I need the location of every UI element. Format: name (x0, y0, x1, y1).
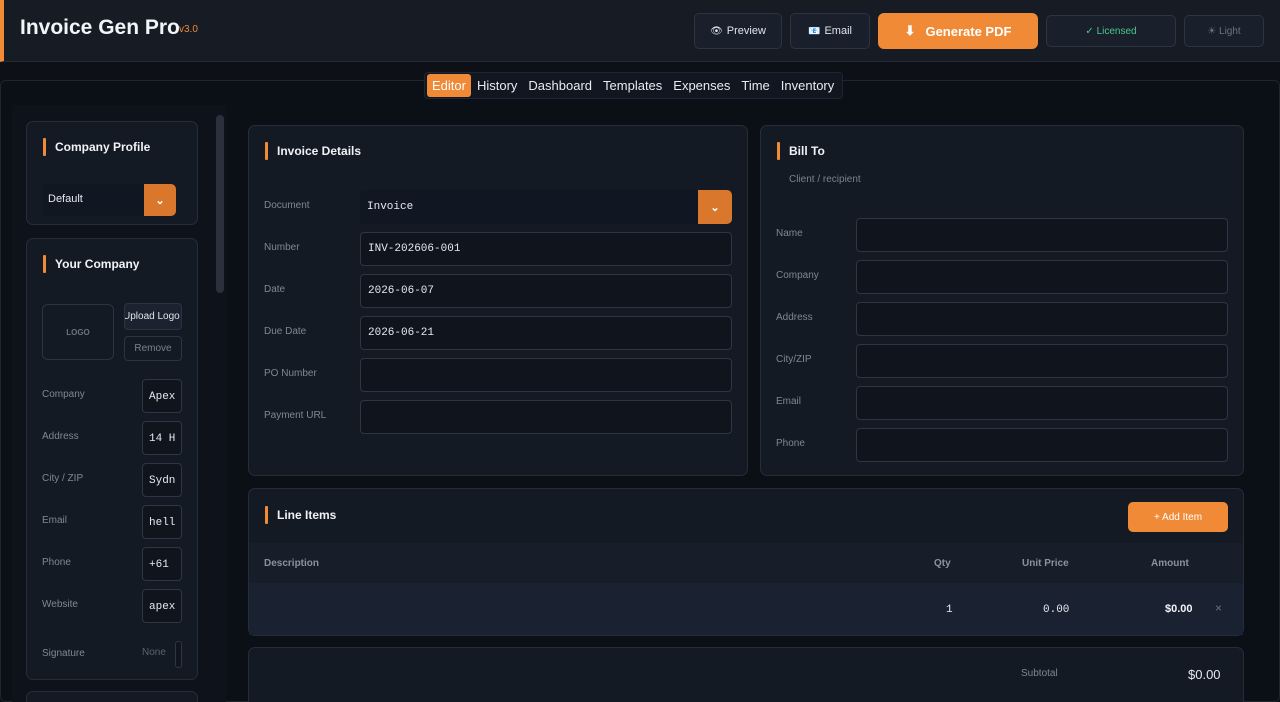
eye-icon: 👁 (710, 25, 723, 37)
client-name-label: Name (776, 228, 803, 239)
envelope-icon: 📧 (808, 25, 821, 37)
website-field[interactable]: apex (142, 589, 182, 623)
remove-logo-button[interactable]: Remove (124, 336, 182, 361)
client-phone-field[interactable] (856, 428, 1228, 462)
add-item-button[interactable]: + Add Item (1128, 502, 1228, 532)
app-title: Invoice Gen Pro (20, 16, 180, 39)
invoice-number-field[interactable]: INV-202606-001 (360, 232, 732, 266)
po-number-label: PO Number (264, 368, 317, 379)
licensed-badge[interactable]: ✓ Licensed (1046, 15, 1176, 47)
email-label: Email (42, 515, 68, 526)
phone-field[interactable]: +61 (142, 547, 182, 581)
line-items-header (249, 543, 1243, 583)
totals-panel (248, 647, 1244, 702)
client-name-field[interactable] (856, 218, 1228, 252)
item-qty-field[interactable]: 1 (946, 604, 953, 616)
client-city-zip-field[interactable] (856, 344, 1228, 378)
bill-to-subtitle: Client / recipient (789, 174, 861, 185)
app-version: v3.0 (179, 24, 198, 35)
download-icon: ⬇ (904, 23, 916, 38)
delete-item-icon[interactable]: × (1215, 601, 1222, 615)
signature-value: None (142, 647, 166, 658)
payment-url-field[interactable] (360, 400, 732, 434)
item-amount: $0.00 (1165, 603, 1193, 615)
item-unit-price-field[interactable]: 0.00 (1043, 604, 1069, 616)
invoice-details-title: Invoice Details (265, 142, 361, 160)
sidebar-scrollbar[interactable] (216, 115, 224, 293)
company-profile-title: Company Profile (43, 138, 150, 156)
app-header: Invoice Gen Pro v3.0 👁 Preview 📧 Email ⬇… (0, 0, 1280, 62)
due-date-label: Due Date (264, 326, 307, 337)
email-label: Email (824, 25, 852, 37)
document-label: Document (264, 200, 310, 211)
email-field[interactable]: hell (142, 505, 182, 539)
client-company-label: Company (776, 270, 819, 281)
client-city-zip-label: City/ZIP (776, 354, 812, 365)
date-label: Date (264, 284, 286, 295)
client-address-label: Address (776, 312, 813, 323)
table-row (249, 583, 1243, 635)
company-field[interactable]: Apex (142, 379, 182, 413)
upload-logo-button[interactable]: Upload Logo (124, 303, 182, 330)
tab-expenses[interactable]: Expenses (668, 74, 735, 97)
client-email-label: Email (776, 396, 802, 407)
number-label: Number (264, 242, 300, 253)
upload-logo-label: Upload Logo (124, 311, 180, 322)
date-field[interactable]: 2026-06-07 (360, 274, 732, 308)
main-tabs: Editor History Dashboard Templates Expen… (424, 72, 844, 99)
tab-editor[interactable]: Editor (427, 74, 471, 97)
preview-label: Preview (726, 25, 766, 37)
client-email-field[interactable] (856, 386, 1228, 420)
website-label: Website (42, 599, 78, 610)
subtotal-label: Subtotal (1021, 668, 1058, 679)
tab-templates[interactable]: Templates (598, 74, 667, 97)
po-number-field[interactable] (360, 358, 732, 392)
col-description: Description (264, 558, 320, 569)
client-address-field[interactable] (856, 302, 1228, 336)
subtotal-value: $0.00 (1188, 667, 1221, 682)
chevron-down-icon[interactable]: ⌄ (144, 184, 176, 216)
col-amount: Amount (1151, 558, 1189, 569)
address-field[interactable]: 14 H (142, 421, 182, 455)
client-phone-label: Phone (776, 438, 805, 449)
signature-input[interactable] (175, 641, 182, 668)
line-items-title: Line Items (265, 506, 336, 524)
company-profile-select[interactable]: Default (42, 184, 146, 216)
due-date-field[interactable]: 2026-06-21 (360, 316, 732, 350)
email-button[interactable]: 📧 Email (790, 13, 870, 49)
your-company-title: Your Company (43, 255, 139, 273)
tab-dashboard[interactable]: Dashboard (523, 74, 597, 97)
col-unit-price: Unit Price (1022, 558, 1069, 569)
company-label: Company (42, 389, 85, 400)
sidebar-next-panel (26, 691, 198, 702)
col-qty: Qty (934, 558, 951, 569)
client-company-field[interactable] (856, 260, 1228, 294)
chevron-down-icon[interactable]: ⌄ (698, 190, 732, 224)
phone-label: Phone (42, 557, 71, 568)
theme-toggle-button[interactable]: ☀ Light (1184, 15, 1264, 47)
signature-label: Signature (42, 648, 85, 659)
tab-inventory[interactable]: Inventory (776, 74, 839, 97)
city-zip-label: City / ZIP (42, 473, 84, 484)
generate-pdf-button[interactable]: ⬇ Generate PDF (878, 13, 1038, 49)
payment-url-label: Payment URL (264, 410, 327, 421)
address-label: Address (42, 431, 79, 442)
logo-placeholder[interactable]: LOGO (42, 304, 114, 360)
tab-time[interactable]: Time (736, 74, 774, 97)
preview-button[interactable]: 👁 Preview (694, 13, 782, 49)
document-type-select[interactable]: Invoice (360, 190, 700, 224)
bill-to-title: Bill To (777, 142, 825, 160)
tab-history[interactable]: History (472, 74, 522, 97)
city-zip-field[interactable]: Sydn (142, 463, 182, 497)
generate-pdf-label: Generate PDF (925, 23, 1012, 39)
